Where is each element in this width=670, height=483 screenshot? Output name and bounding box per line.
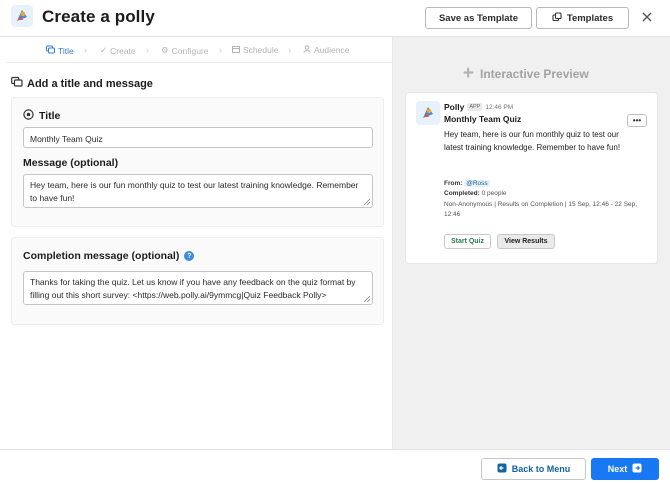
templates-label: Templates [566,12,614,24]
resize-handle-icon[interactable] [364,296,370,302]
completed-line: Completed: 0 people [444,189,507,199]
message-preview-card: Polly APP 12:46 PM Monthly Team Quiz Hey… [405,92,658,264]
section-title-label: Add a title and message [27,77,153,90]
save-as-template-button[interactable]: Save as Template [425,7,532,29]
completion-text: Thanks for taking the quiz. Let us know … [30,277,356,300]
back-label: Back to Menu [511,464,571,474]
pin-icon [23,109,34,123]
poll-details: Non-Anonymous | Results on Completion | … [444,201,638,218]
from-label: From: [444,180,463,187]
slack-icon [463,67,474,81]
help-icon[interactable]: ? [184,251,195,261]
message-text: Hey team, here is our fun monthly quiz t… [30,180,359,203]
message-icon [11,76,23,91]
chevron-right-icon: › [146,45,149,55]
user-icon [303,45,311,55]
back-to-menu-button[interactable]: Back to Menu [481,458,586,480]
step-configure[interactable]: ⚙ Configure [161,45,208,56]
polly-avatar-icon [416,101,440,125]
sender-name: Polly [444,102,465,112]
close-icon[interactable] [640,10,654,24]
polly-logo-icon [11,5,33,27]
next-label: Next [607,464,628,474]
message-label: Message (optional) [23,157,119,169]
step-create[interactable]: ✓ Create [100,45,136,56]
preview-panel: Interactive Preview Polly APP 12:46 PM M… [393,37,670,449]
view-results-button[interactable]: View Results [497,234,555,249]
completion-label: Completion message (optional) ? [23,250,195,262]
title-label-text: Title [39,110,61,122]
sender-line: Polly APP 12:46 PM [444,102,513,112]
completed-value: 0 people [481,190,507,197]
message-time: 12:46 PM [485,103,514,111]
header: Create a polly Save as Template Template… [0,0,670,37]
more-actions-button[interactable]: ••• [627,114,647,127]
chevron-right-icon: › [288,45,291,55]
page-title: Create a polly [42,7,155,26]
form-panel: Title › ✓ Create › ⚙ Configure › Schedul… [0,37,393,449]
templates-icon [552,11,562,25]
step-audience[interactable]: Audience [303,45,349,55]
preview-title-text: Interactive Preview [480,67,589,81]
resize-handle-icon[interactable] [364,199,370,205]
completed-label: Completed: [444,190,480,197]
step-title[interactable]: Title [46,45,74,56]
section-title: Add a title and message [11,76,153,91]
from-line: From: @Ross [444,179,490,189]
step-progress: Title › ✓ Create › ⚙ Configure › Schedul… [6,37,392,63]
step-schedule[interactable]: Schedule [232,45,278,55]
back-arrow-icon [497,463,507,475]
preview-heading: Monthly Team Quiz [444,114,522,124]
completion-textarea[interactable]: Thanks for taking the quiz. Let us know … [23,271,373,305]
step-configure-label: Configure [171,45,209,56]
step-create-label: Create [110,45,136,56]
mention-ross[interactable]: @Ross [464,180,490,187]
completion-label-text: Completion message (optional) [23,250,180,262]
app-tag: APP [467,103,483,111]
message-textarea[interactable]: Hey team, here is our fun monthly quiz t… [23,174,373,208]
completion-card: Completion message (optional) ? Thanks f… [11,237,384,325]
footer: Back to Menu Next [0,449,670,483]
chevron-right-icon: › [84,45,87,55]
templates-button[interactable]: Templates [536,7,629,29]
app-window: Create a polly Save as Template Template… [0,0,670,483]
title-message-card: Title Monthly Team Quiz Message (optiona… [11,97,384,227]
next-arrow-icon [632,463,642,475]
title-step-icon [46,45,55,56]
preview-body: Hey team, here is our fun monthly quiz t… [444,130,621,152]
step-schedule-label: Schedule [243,45,279,55]
step-audience-label: Audience [314,45,350,55]
gear-icon: ⚙ [161,45,169,55]
chevron-right-icon: › [219,45,222,55]
next-button[interactable]: Next [591,458,659,480]
calendar-icon [232,45,240,55]
title-label: Title [23,109,60,123]
preview-title: Interactive Preview [463,67,589,81]
start-quiz-button[interactable]: Start Quiz [444,234,491,249]
title-input[interactable]: Monthly Team Quiz [23,127,373,148]
check-icon: ✓ [100,45,108,55]
step-title-label: Title [58,45,74,56]
